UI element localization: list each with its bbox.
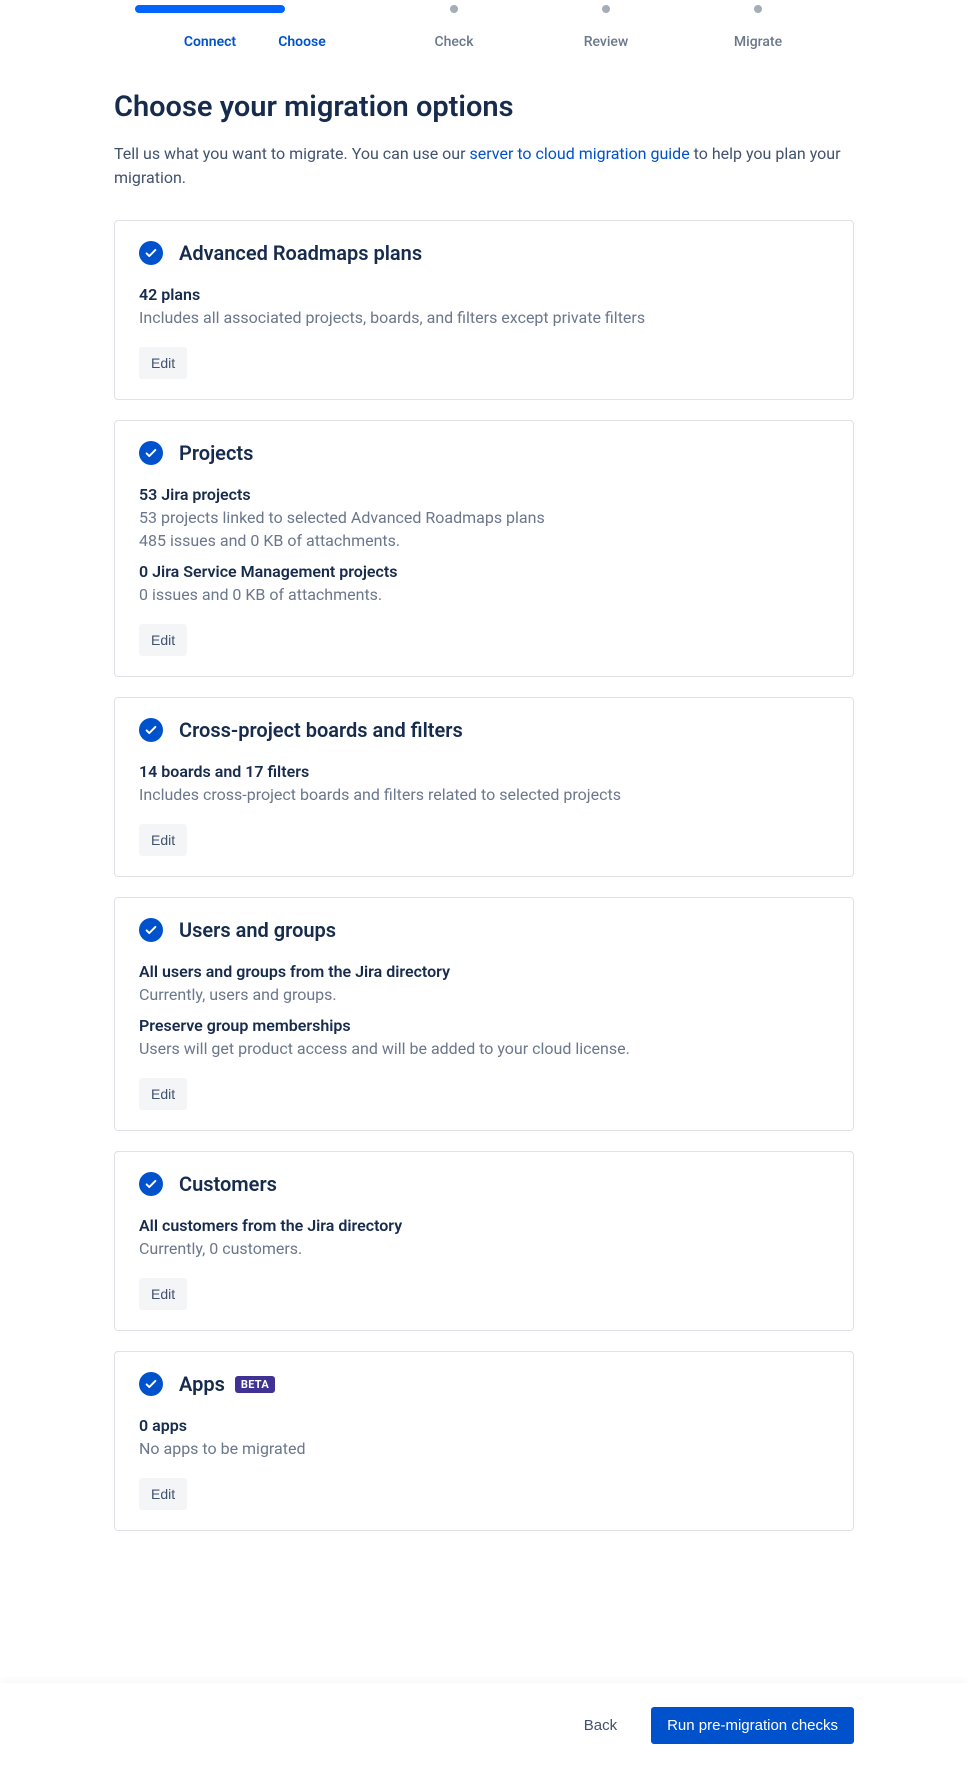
check-circle-icon xyxy=(139,441,163,465)
card-detail: Includes cross-project boards and filter… xyxy=(139,785,829,804)
dot-icon xyxy=(450,5,458,13)
check-circle-icon xyxy=(139,918,163,942)
card-detail: No apps to be migrated xyxy=(139,1439,829,1458)
run-pre-migration-checks-button[interactable]: Run pre-migration checks xyxy=(651,1707,854,1744)
step-review[interactable]: Review xyxy=(530,12,682,50)
card-summary: 42 plans xyxy=(139,285,829,304)
card-title-text: Apps xyxy=(179,1372,225,1396)
check-circle-icon xyxy=(139,241,163,265)
back-button[interactable]: Back xyxy=(570,1707,631,1744)
card-title: Cross-project boards and filters xyxy=(179,718,463,742)
card-summary: 0 apps xyxy=(139,1416,829,1435)
step-choose[interactable]: Choose xyxy=(226,12,378,50)
stepper: Connect Choose Check Review Migrate xyxy=(114,12,854,50)
card-boards-filters: Cross-project boards and filters 14 boar… xyxy=(114,697,854,877)
card-title: Advanced Roadmaps plans xyxy=(179,241,422,265)
page-title: Choose your migration options xyxy=(114,90,854,124)
step-label: Review xyxy=(584,34,629,50)
card-summary: 14 boards and 17 filters xyxy=(139,762,829,781)
step-label: Check xyxy=(434,34,473,50)
check-circle-icon xyxy=(139,1172,163,1196)
card-summary: Preserve group memberships xyxy=(139,1016,829,1035)
footer-actions: Back Run pre-migration checks xyxy=(0,1683,968,1768)
card-customers: Customers All customers from the Jira di… xyxy=(114,1151,854,1331)
card-summary: 53 Jira projects xyxy=(139,485,829,504)
check-circle-icon xyxy=(139,1372,163,1396)
step-check[interactable]: Check xyxy=(378,12,530,50)
card-summary: All customers from the Jira directory xyxy=(139,1216,829,1235)
edit-button[interactable]: Edit xyxy=(139,347,187,379)
card-title: Projects xyxy=(179,441,253,465)
card-detail: Users will get product access and will b… xyxy=(139,1039,829,1058)
card-apps: Apps BETA 0 apps No apps to be migrated … xyxy=(114,1351,854,1531)
step-migrate[interactable]: Migrate xyxy=(682,12,834,50)
step-label: Migrate xyxy=(734,34,782,50)
edit-button[interactable]: Edit xyxy=(139,824,187,856)
card-detail: 485 issues and 0 KB of attachments. xyxy=(139,531,829,550)
card-advanced-roadmaps: Advanced Roadmaps plans 42 plans Include… xyxy=(114,220,854,400)
edit-button[interactable]: Edit xyxy=(139,1478,187,1510)
card-detail: Currently, 0 customers. xyxy=(139,1239,829,1258)
card-projects: Projects 53 Jira projects 53 projects li… xyxy=(114,420,854,677)
dot-icon xyxy=(754,5,762,13)
card-summary: 0 Jira Service Management projects xyxy=(139,562,829,581)
step-label: Choose xyxy=(278,34,326,50)
card-detail: Includes all associated projects, boards… xyxy=(139,308,829,327)
card-users-groups: Users and groups All users and groups fr… xyxy=(114,897,854,1131)
edit-button[interactable]: Edit xyxy=(139,624,187,656)
card-detail: 0 issues and 0 KB of attachments. xyxy=(139,585,829,604)
beta-badge: BETA xyxy=(235,1376,275,1393)
card-detail: 53 projects linked to selected Advanced … xyxy=(139,508,829,527)
edit-button[interactable]: Edit xyxy=(139,1278,187,1310)
check-circle-icon xyxy=(139,718,163,742)
card-title: Customers xyxy=(179,1172,277,1196)
description-prefix: Tell us what you want to migrate. You ca… xyxy=(114,144,470,163)
card-summary: All users and groups from the Jira direc… xyxy=(139,962,829,981)
dot-icon xyxy=(602,5,610,13)
card-title: Users and groups xyxy=(179,918,336,942)
page-description: Tell us what you want to migrate. You ca… xyxy=(114,142,854,190)
card-title: Apps BETA xyxy=(179,1372,275,1396)
migration-guide-link[interactable]: server to cloud migration guide xyxy=(470,144,690,163)
card-detail: Currently, users and groups. xyxy=(139,985,829,1004)
edit-button[interactable]: Edit xyxy=(139,1078,187,1110)
